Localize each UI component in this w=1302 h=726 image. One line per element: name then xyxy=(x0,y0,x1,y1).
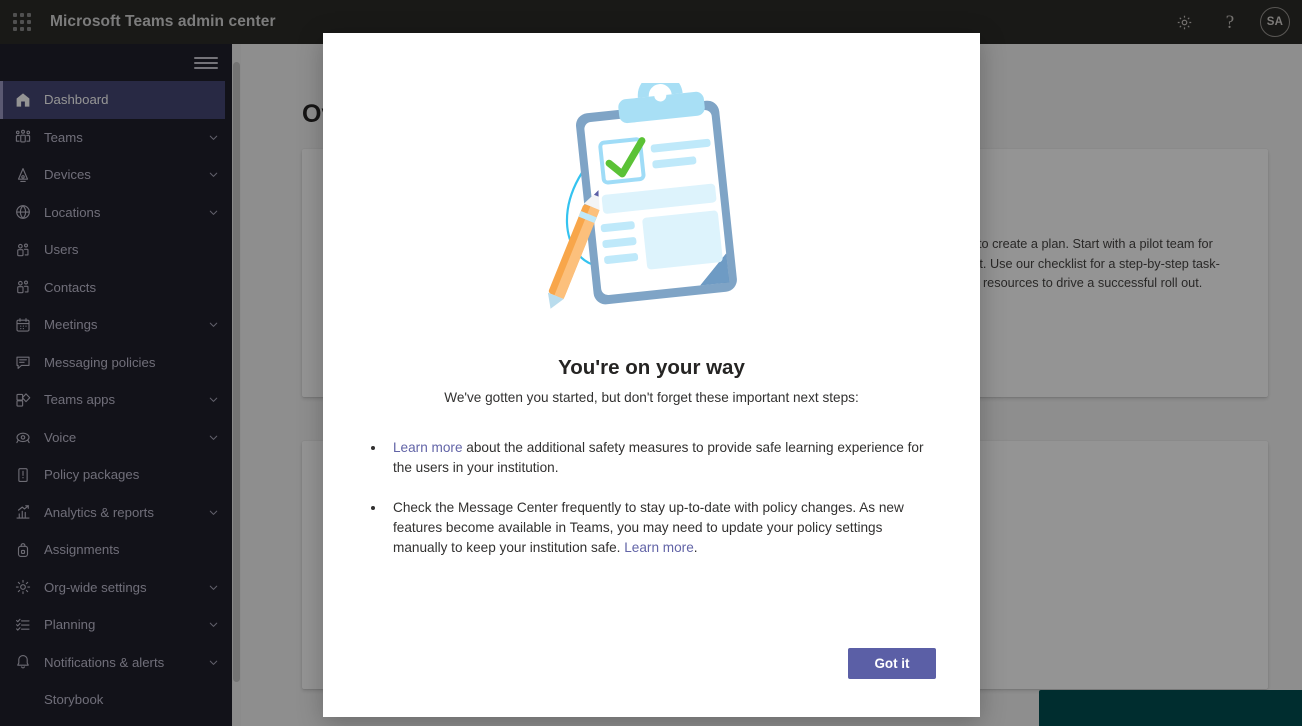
onboarding-modal: You're on your way We've gotten you star… xyxy=(323,33,980,717)
modal-footer: Got it xyxy=(323,648,980,717)
learn-more-link[interactable]: Learn more xyxy=(393,440,463,455)
modal-heading: You're on your way xyxy=(558,356,745,379)
got-it-button[interactable]: Got it xyxy=(848,648,936,679)
modal-next-steps-list: Learn more about the additional safety m… xyxy=(386,438,924,578)
modal-subheading: We've gotten you started, but don't forg… xyxy=(444,390,859,405)
list-item-text: about the additional safety measures to … xyxy=(393,440,924,475)
list-item: Learn more about the additional safety m… xyxy=(386,438,924,478)
list-item: Check the Message Center frequently to s… xyxy=(386,498,924,558)
learn-more-link[interactable]: Learn more xyxy=(624,540,694,555)
clipboard-checklist-illustration xyxy=(323,33,980,328)
list-item-text-tail: . xyxy=(693,539,698,555)
